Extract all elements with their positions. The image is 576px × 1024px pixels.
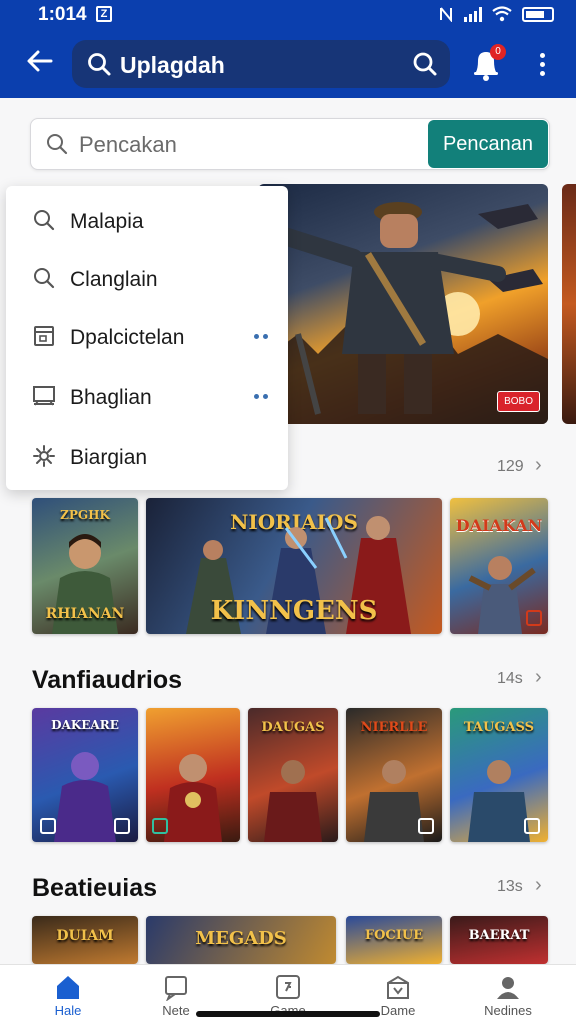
card-corner-icon [114,818,130,834]
section-count: 13s [497,878,523,895]
search-button[interactable]: Pencanan [428,120,548,168]
game-card-title: BAERAT [468,928,530,943]
window-icon [34,326,54,346]
hero-tag-badge: BOBO [497,391,540,412]
nav-item-home[interactable]: Hale [28,973,108,1023]
nav-label: Hale [54,1003,82,1018]
nav-item-profile[interactable]: Nedines [468,973,548,1023]
home-indicator[interactable] [196,1011,380,1017]
app-notification-icon: Z [96,6,112,22]
dropdown-item-label: Malapia [70,210,144,233]
header-search-bar[interactable]: Uplagdah [72,40,450,88]
section-title: Vanfiaudrios [32,666,183,694]
more-options-icon[interactable] [254,334,268,339]
section-count: 14s [497,670,523,687]
home-icon [57,976,79,999]
game-card[interactable]: BAERAT [450,916,548,964]
search-input[interactable] [79,128,439,162]
status-bar: 1:014 Z [0,0,576,30]
nav-label: Nedines [484,1003,532,1018]
card-corner-icon [418,818,434,834]
nfc-icon [440,7,452,22]
dropdown-item-label: Bhaglian [70,386,152,409]
more-vert-icon[interactable] [532,50,552,80]
search-icon [47,134,68,155]
store-icon [387,975,409,999]
game-card-title: DUIAM [56,928,114,944]
game-card[interactable]: MEGADS [146,916,336,964]
card-corner-icon [526,610,542,626]
system-icons [438,6,554,22]
dropdown-item[interactable]: Malapia [6,190,288,248]
game-card-title: RHIANAN [45,606,125,622]
game-card-art [264,760,322,842]
dropdown-item-label: Biargian [70,446,148,469]
profile-icon [497,977,519,999]
game-card[interactable]: DAUGAS [248,708,338,842]
game-card[interactable]: FOCIUE [346,916,442,964]
game-card[interactable]: DAIAKAN [450,498,548,634]
app-bar: 1:014 Z Uplagdah 0 [0,0,576,98]
game-card[interactable]: DAKEARE [32,708,138,842]
search-icon [34,268,55,289]
game-card-title: MEGADS [195,928,287,949]
game-card[interactable]: TAUGASS [450,708,548,842]
monitor-icon [33,386,55,406]
hero-banner[interactable]: BOBO [258,184,548,424]
game-card[interactable]: ZPGHK RHIANAN [32,498,138,634]
hero-artwork [258,202,548,424]
dropdown-item[interactable]: Dpalcictelan [6,306,288,364]
search-icon [88,53,111,76]
card-corner-icon [152,818,168,834]
game-card-title: FOCIUE [364,928,424,943]
game-card[interactable]: NIERLLE [346,708,442,842]
game-card-title: KINNGENS [210,596,378,626]
hero-next-card[interactable] [562,184,576,424]
puzzle-icon [276,975,300,999]
gear-icon [33,445,55,467]
game-card[interactable]: DUIAM [32,916,138,964]
chevron-right-icon[interactable]: › [535,874,542,897]
battery-icon [522,6,554,22]
card-corner-icon [524,818,540,834]
more-options-icon[interactable] [254,394,268,399]
game-card[interactable]: NIORIAIOS KINNGENS [146,498,442,634]
game-card[interactable] [146,708,240,842]
notification-badge: 0 [490,44,506,60]
arrow-left-icon [27,50,53,72]
message-icon [165,976,187,1001]
dropdown-item-label: Clanglain [70,268,158,291]
dropdown-item-label: Dpalcictelan [70,326,185,349]
search-submit-icon[interactable] [412,51,438,77]
card-corner-icon [40,818,56,834]
section-title: Beatieuias [32,874,158,902]
dropdown-item[interactable]: Clanglain [6,248,288,306]
signal-icon [464,6,482,22]
back-button[interactable] [22,46,58,82]
wifi-icon [492,6,512,22]
dropdown-item[interactable]: Bhaglian [6,366,288,424]
search-icon [34,210,55,231]
search-suggestions-dropdown: Malapia Clanglain Dpalcictelan Bhaglian … [6,186,288,490]
status-time: 1:014 [38,4,87,25]
dropdown-item[interactable]: Biargian [6,426,288,484]
section-count: 129 [497,458,524,475]
chevron-right-icon[interactable]: › [535,454,542,477]
header-search-text: Uplagdah [120,52,225,78]
chevron-right-icon[interactable]: › [535,666,542,689]
